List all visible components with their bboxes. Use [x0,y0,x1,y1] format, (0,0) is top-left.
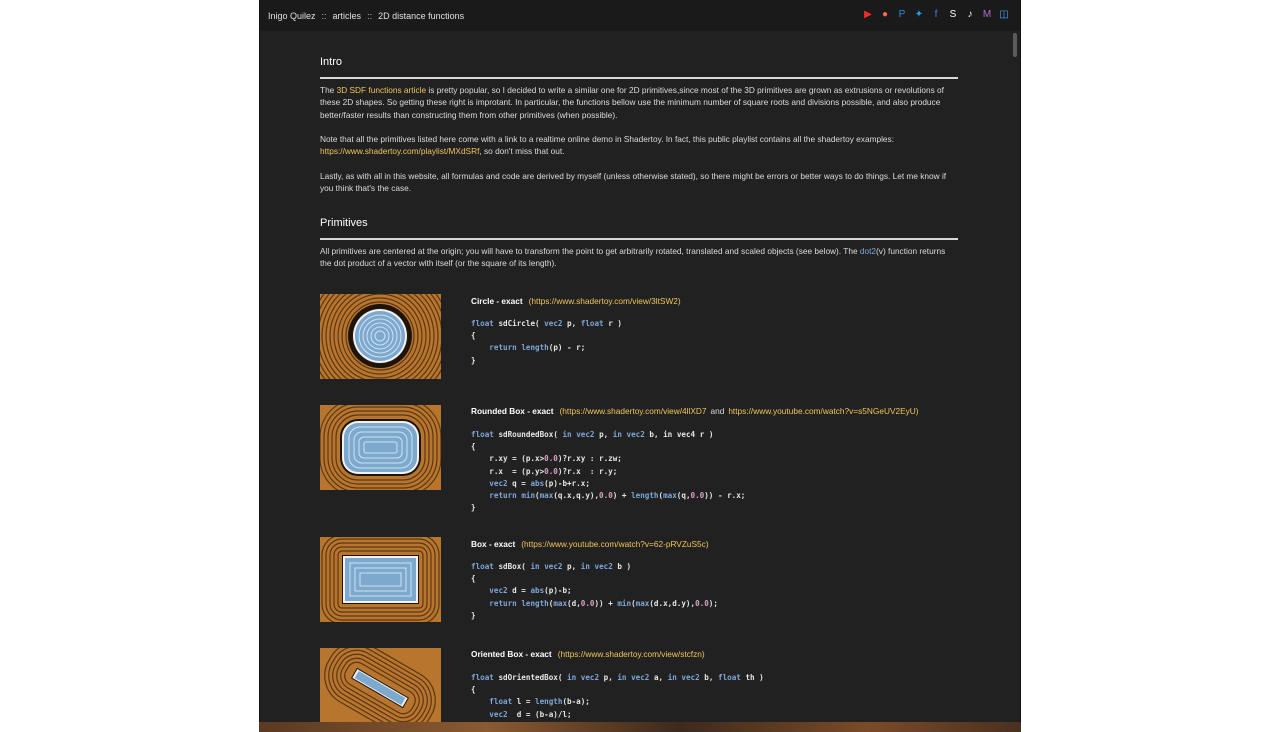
entry-title-text: Box - exact [471,539,516,549]
circle-shadertoy-link[interactable]: (https://www.shadertoy.com/view/3ltSW2) [529,296,681,306]
bluesky-icon[interactable]: ◫ [997,8,1011,22]
patreon-icon[interactable]: ● [878,8,892,22]
browser-window: Inigo Quilez:: articles:: 2D distance func… [259,0,1021,722]
circle-entry-title: Circle - exact (https://www.shadertoy.com… [471,295,681,307]
oriented-box-code-block: float sdOrientedBox( in vec2 p, in vec2 … [471,673,764,719]
oriented-box-entry-title: Oriented Box - exact (https://www.shadert… [471,648,705,660]
entry-title-text: Circle - exact [471,296,523,306]
breadcrumb: Inigo Quilez:: articles:: 2D distance func… [268,11,464,21]
breadcrumb-separator: :: [321,10,327,21]
primitives-paragraph: All primitives are centered at the origi… [320,245,958,270]
box-code-block: float sdBox( in vec2 p, in vec2 b ) { ve… [471,562,718,620]
dot2-link[interactable]: dot2 [860,246,876,256]
box-entry-title: Box - exact (https://www.youtube.com/watc… [471,538,709,550]
intro-text: , so don't miss that out. [479,146,565,157]
playlist-link[interactable]: https://www.shadertoy.com/playlist/MXdSR… [320,146,479,156]
intro-paragraph-3: Lastly, as with all in this website, all… [320,171,947,194]
circle-preview-image[interactable] [320,294,441,379]
mastodon-icon[interactable]: M [980,8,994,22]
paypal-icon[interactable]: P [895,8,909,22]
box-preview-image[interactable] [320,537,441,622]
youtube-icon[interactable]: ▶ [861,8,875,22]
rounded-box-entry-title: Rounded Box - exact (https://www.shaderto… [471,405,919,417]
rounded-box-shadertoy-link[interactable]: (https://www.shadertoy.com/view/4llXD7 [560,406,707,416]
twitter-icon[interactable]: ✦ [912,8,926,22]
intro-paragraph-1: The 3D SDF functions article is pretty p… [320,84,958,121]
facebook-icon[interactable]: f [929,8,943,22]
social-links: ▶ ● P ✦ f S ♪ M ◫ [861,8,1011,22]
rounded-box-code-block: float sdRoundedBox( in vec2 p, in vec2 b… [471,430,746,513]
top-bar: Inigo Quilez:: articles:: 2D distance func… [260,0,1020,31]
sdf3d-article-link[interactable]: 3D SDF functions article [337,85,426,95]
box-youtube-link[interactable]: (https://www.youtube.com/watch?v=62-pRVZ… [521,539,708,549]
oriented-box-preview-image[interactable] [320,648,441,722]
primitives-heading: Primitives [320,217,368,229]
desktop-background [259,722,1021,732]
breadcrumb-current-page: 2D distance functions [378,10,465,21]
breadcrumb-articles-link[interactable]: articles [333,11,362,21]
breadcrumb-author-link[interactable]: Inigo Quilez [268,11,316,21]
intro-text: The [320,85,335,95]
scrollbar[interactable] [1013,31,1018,722]
scrollbar-thumb[interactable] [1013,33,1017,57]
rounded-box-youtube-link[interactable]: https://www.youtube.com/watch?v=s5NGeUV2… [728,406,918,416]
section-divider [320,238,958,240]
intro-text: Note that all the primitives listed here… [320,134,895,144]
circle-code-block: float sdCircle( vec2 p, float r ) { retu… [471,319,622,365]
breadcrumb-separator: :: [367,10,373,21]
primitives-text: All primitives are centered at the origi… [320,246,858,256]
intro-paragraph-2: Note that all the primitives listed here… [320,133,958,158]
entry-title-text: and [710,406,725,416]
sketchfab-icon[interactable]: S [946,8,960,22]
intro-heading: Intro [320,56,343,68]
oriented-box-shadertoy-link[interactable]: (https://www.shadertoy.com/view/stcfzn) [558,649,705,659]
rounded-box-preview-image[interactable] [320,405,441,490]
entry-title-text: Rounded Box - exact [471,406,554,416]
section-divider [320,77,958,79]
tiktok-icon[interactable]: ♪ [963,8,977,22]
entry-title-text: Oriented Box - exact [471,649,552,659]
